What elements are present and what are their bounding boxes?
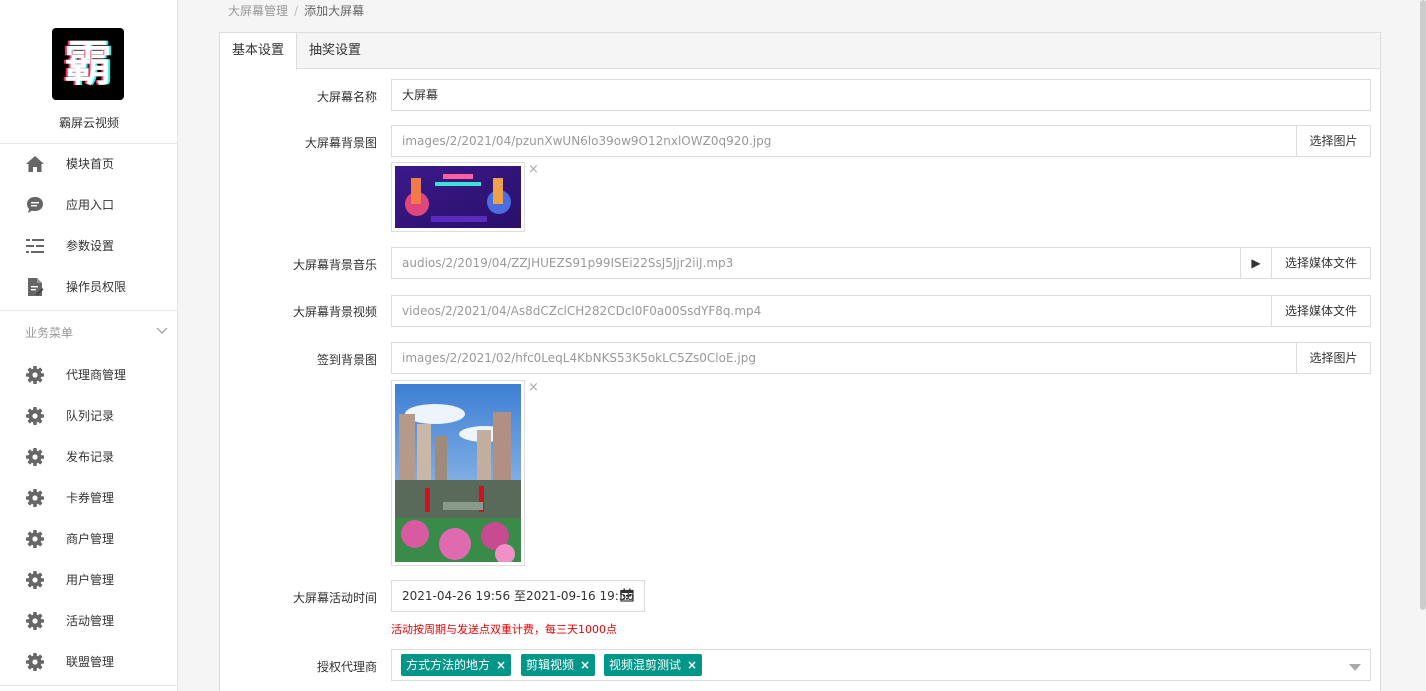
sidebar-item-label: 模块首页 — [66, 157, 115, 171]
gear-icon — [25, 447, 45, 467]
agent-tag-label: 剪辑视频 — [526, 658, 575, 672]
agent-tag: 方式方法的地方 × — [401, 654, 512, 676]
screen-name-input[interactable]: 大屏幕 — [391, 79, 1371, 111]
remove-tag-icon[interactable]: × — [687, 658, 697, 672]
sign-bg-label: 签到背景图 — [316, 353, 377, 367]
gear-icon — [25, 488, 45, 508]
bg-music-label: 大屏幕背景音乐 — [292, 258, 377, 272]
sidebar-item-label: 代理商管理 — [66, 368, 127, 382]
sidebar-item-home[interactable]: 模块首页 — [0, 143, 178, 184]
sidebar-item-coupon-management[interactable]: 卡券管理 — [0, 477, 178, 518]
remove-tag-icon[interactable]: × — [580, 658, 590, 672]
logo-glyph: 霸 — [63, 36, 112, 92]
page-scrollbar[interactable] — [1420, 0, 1426, 610]
chat-bubble-icon — [25, 195, 45, 215]
gear-icon — [25, 611, 45, 631]
select-bg-image-button[interactable]: 选择图片 — [1296, 125, 1371, 157]
sidebar-item-app-entry[interactable]: 应用入口 — [0, 184, 178, 225]
agent-tag-label: 视频混剪测试 — [609, 658, 682, 672]
agent-tag-label: 方式方法的地方 — [406, 658, 491, 672]
select-sign-bg-button[interactable]: 选择图片 — [1296, 342, 1371, 374]
document-edit-icon — [25, 277, 45, 297]
sidebar-item-merchant-management[interactable]: 商户管理 — [0, 518, 178, 559]
sidebar-item-label: 用户管理 — [66, 573, 115, 587]
sliders-icon — [25, 236, 45, 256]
sidebar-item-agent-management[interactable]: 代理商管理 — [0, 354, 178, 395]
sidebar-item-label: 操作员权限 — [66, 280, 127, 294]
bg-image-path-input[interactable]: images/2/2021/04/pzunXwUN6lo39ow9O12nxlO… — [391, 125, 1297, 157]
billing-hint: 活动按周期与发送点双重计费，每三天1000点 — [391, 623, 617, 636]
tab-bar: 基本设置 抽奖设置 — [220, 33, 1380, 70]
play-icon[interactable]: ▶ — [1240, 247, 1272, 279]
sidebar-item-label: 卡券管理 — [66, 491, 115, 505]
sidebar-item-publish-records[interactable]: 发布记录 — [0, 436, 178, 477]
authorized-agent-label: 授权代理商 — [316, 660, 377, 674]
bg-music-path-input[interactable]: audios/2/2019/04/ZZJHUEZS91p99ISEi22SsJ5… — [391, 247, 1241, 279]
sidebar-item-params[interactable]: 参数设置 — [0, 225, 178, 266]
gear-icon — [25, 529, 45, 549]
sidebar-item-user-management[interactable]: 用户管理 — [0, 559, 178, 600]
select-bg-music-button[interactable]: 选择媒体文件 — [1271, 247, 1371, 279]
sidebar-divider — [0, 310, 178, 311]
select-bg-video-button[interactable]: 选择媒体文件 — [1271, 295, 1371, 327]
chevron-down-icon[interactable] — [156, 324, 168, 336]
gear-icon — [25, 570, 45, 590]
tab-basic-settings[interactable]: 基本设置 — [220, 33, 298, 70]
sidebar-divider — [0, 685, 178, 686]
sidebar-item-label: 联盟管理 — [66, 655, 115, 669]
sidebar-item-queue-records[interactable]: 队列记录 — [0, 395, 178, 436]
brand-logo[interactable]: 霸 — [52, 28, 124, 100]
remove-sign-bg-icon[interactable]: × — [528, 380, 539, 395]
bg-image-thumbnail — [391, 162, 525, 232]
breadcrumb-separator: / — [294, 4, 299, 18]
sidebar-item-label: 商户管理 — [66, 532, 115, 546]
sidebar: 霸 霸屏云视频 模块首页 应用入口 参数设置 操作员权限 业务菜单 代理商管理 — [0, 0, 178, 691]
agent-tag: 剪辑视频 × — [521, 654, 596, 676]
brand-name: 霸屏云视频 — [58, 116, 119, 130]
activity-time-range-input[interactable]: 2021-04-26 19:56 至2021-09-16 19:56 — [391, 580, 645, 612]
sidebar-item-label: 活动管理 — [66, 614, 115, 628]
home-icon — [25, 154, 45, 174]
bg-image-preview — [395, 166, 521, 228]
sidebar-item-label: 队列记录 — [66, 409, 115, 423]
sign-bg-thumbnail — [391, 380, 525, 566]
tab-lottery-settings[interactable]: 抽奖设置 — [297, 33, 373, 69]
activity-time-label: 大屏幕活动时间 — [292, 591, 377, 605]
sidebar-item-label: 参数设置 — [66, 239, 115, 253]
remove-bg-image-icon[interactable]: × — [528, 162, 539, 177]
breadcrumb-current: 添加大屏幕 — [304, 4, 365, 18]
agent-tag: 视频混剪测试 × — [604, 654, 703, 676]
sidebar-item-activity-management[interactable]: 活动管理 — [0, 600, 178, 641]
bg-video-label: 大屏幕背景视频 — [292, 305, 377, 319]
bg-image-label: 大屏幕背景图 — [304, 136, 377, 150]
breadcrumb-parent-link[interactable]: 大屏幕管理 — [228, 4, 288, 18]
screen-name-label: 大屏幕名称 — [316, 90, 377, 104]
sign-bg-path-input[interactable]: images/2/2021/02/hfc0LeqL4KbNKS53K5okLC5… — [391, 342, 1297, 374]
sidebar-item-operator-permissions[interactable]: 操作员权限 — [0, 266, 178, 307]
sidebar-item-alliance-management[interactable]: 联盟管理 — [0, 641, 178, 682]
sign-bg-preview — [395, 384, 521, 564]
calendar-icon[interactable] — [620, 588, 634, 602]
remove-tag-icon[interactable]: × — [496, 658, 506, 672]
bg-video-path-input[interactable]: videos/2/2021/04/As8dCZclCH282CDcl0F0a00… — [391, 295, 1272, 327]
caret-down-icon[interactable] — [1349, 661, 1361, 671]
breadcrumb: 大屏幕管理 / 添加大屏幕 — [228, 2, 364, 19]
gear-icon — [25, 365, 45, 385]
section-title: 业务菜单 — [25, 326, 74, 340]
gear-icon — [25, 406, 45, 426]
gear-icon — [25, 652, 45, 672]
sidebar-item-label: 应用入口 — [66, 198, 115, 212]
form-panel: 基本设置 抽奖设置 大屏幕名称 大屏幕 大屏幕背景图 images/2/2021… — [219, 32, 1381, 691]
sidebar-item-label: 发布记录 — [66, 450, 115, 464]
